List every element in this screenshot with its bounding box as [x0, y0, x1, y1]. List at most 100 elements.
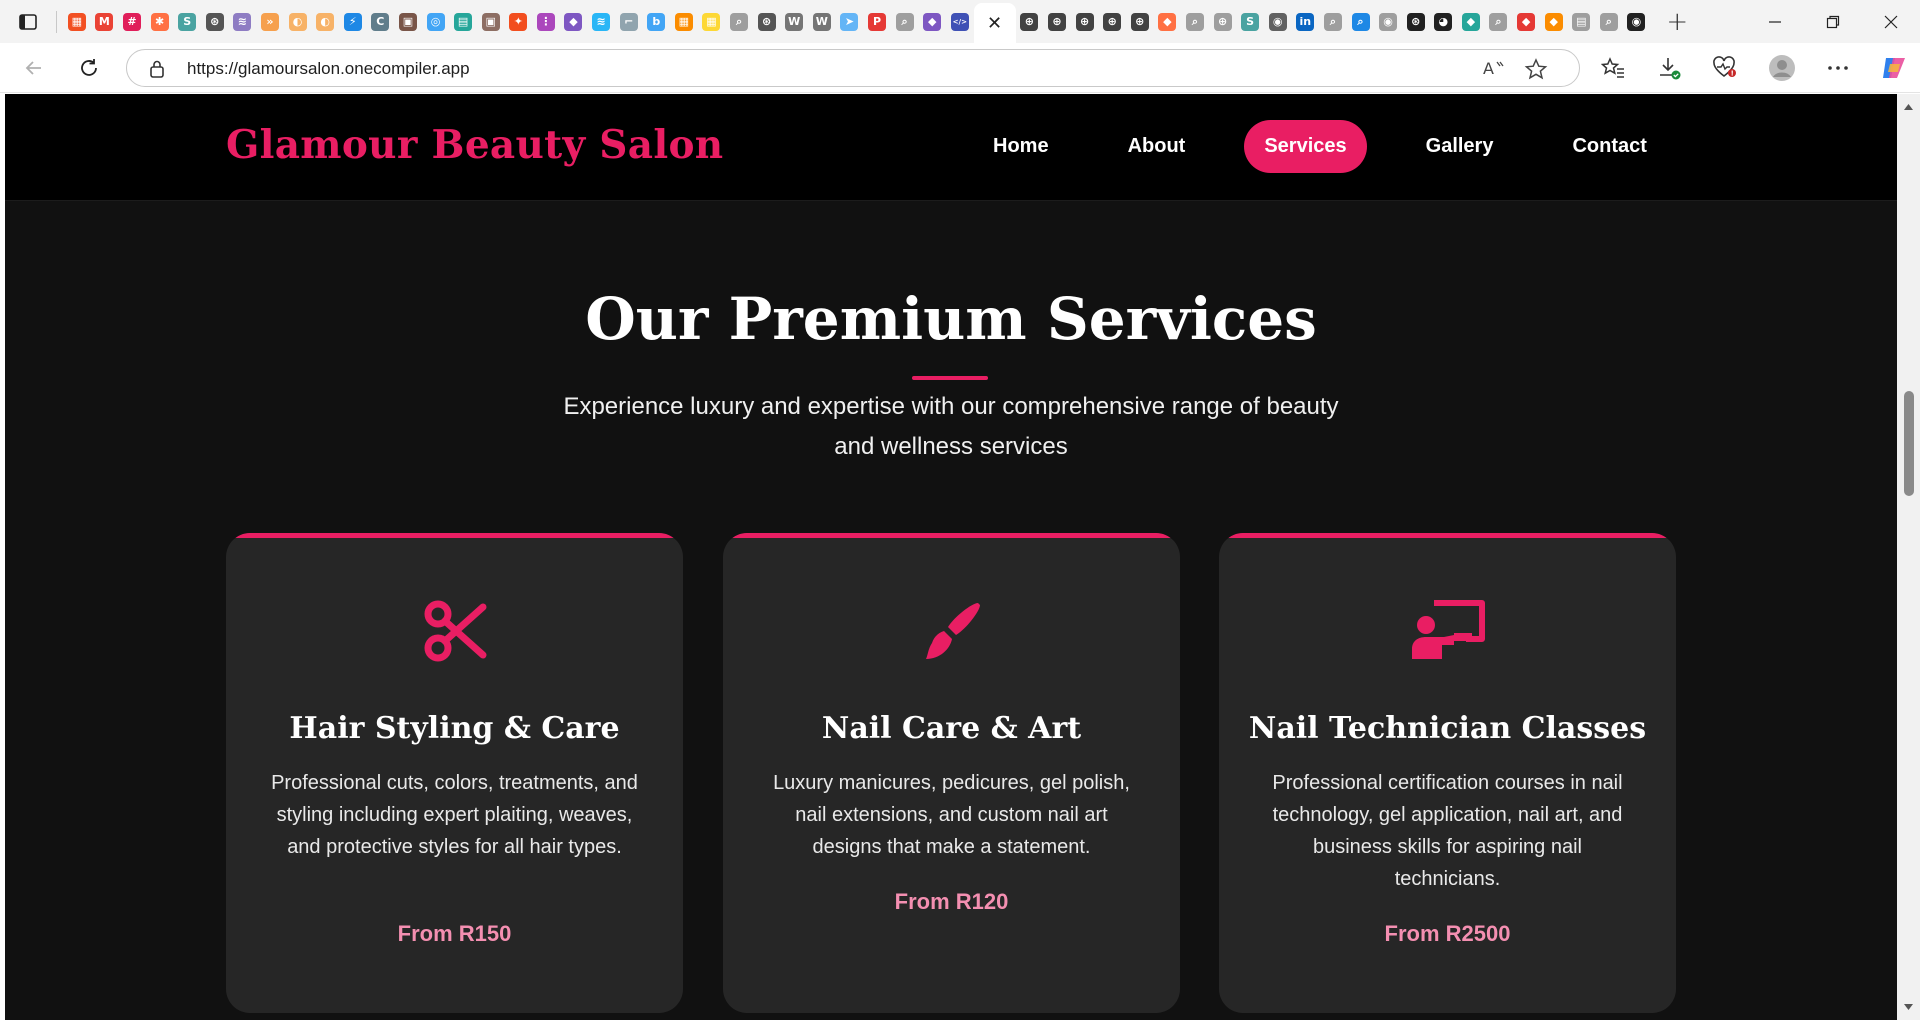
browser-tab[interactable]: ⌕	[1485, 0, 1513, 43]
browser-tab[interactable]: ✱	[146, 0, 174, 43]
browser-tab[interactable]: ▣	[477, 0, 505, 43]
browser-tab[interactable]: P	[863, 0, 891, 43]
browser-tab[interactable]: ◎	[422, 0, 450, 43]
browser-tab[interactable]: C	[367, 0, 395, 43]
back-button[interactable]	[17, 52, 51, 84]
downloads-button[interactable]	[1652, 52, 1686, 84]
browser-tab[interactable]: ⊛	[201, 0, 229, 43]
browser-tab[interactable]: ≋	[587, 0, 615, 43]
browser-tab[interactable]: ▤	[449, 0, 477, 43]
layers-tab-icon: ≋	[592, 12, 611, 31]
profile-button[interactable]	[1765, 52, 1799, 84]
browser-tab[interactable]: ⌐	[615, 0, 643, 43]
browser-tab[interactable]: ◆	[560, 0, 588, 43]
browser-tab[interactable]: ▦	[63, 0, 91, 43]
card-accent-bar	[723, 533, 1180, 538]
browser-tab[interactable]: ◆	[1457, 0, 1485, 43]
brand-logo-text[interactable]: Glamour Beauty Salon	[226, 122, 723, 168]
browser-tab[interactable]: S	[173, 0, 201, 43]
browser-tab[interactable]: ⌕	[891, 0, 919, 43]
scroll-up-icon[interactable]	[1903, 102, 1914, 112]
address-bar[interactable]: https://glamoursalon.onecompiler.app A	[126, 49, 1580, 87]
browser-tab[interactable]: ⊕	[1098, 0, 1126, 43]
browser-tab[interactable]: #	[118, 0, 146, 43]
browser-tab[interactable]: ≋	[229, 0, 257, 43]
browser-tab[interactable]: ◆	[918, 0, 946, 43]
browser-tab[interactable]: in	[1292, 0, 1320, 43]
copilot-button[interactable]	[1877, 52, 1911, 84]
read-aloud-icon[interactable]: A	[1482, 58, 1506, 80]
browser-tab[interactable]: W	[780, 0, 808, 43]
browser-tab[interactable]: ➤	[836, 0, 864, 43]
scroll-down-icon[interactable]	[1903, 1002, 1914, 1012]
fire-tab-icon-2: ◆	[1544, 12, 1563, 31]
card-title: Hair Styling & Care	[289, 711, 620, 746]
browser-tab[interactable]: ◐	[284, 0, 312, 43]
fire-tab-icon: ◆	[1517, 12, 1536, 31]
browser-tab[interactable]: ⌕	[1347, 0, 1375, 43]
browser-tab[interactable]: ⌕	[725, 0, 753, 43]
card-accent-bar	[1219, 533, 1676, 538]
browser-tab[interactable]: »	[256, 0, 284, 43]
browser-tab[interactable]: ◉	[1264, 0, 1292, 43]
browser-tab[interactable]: ⊕	[1043, 0, 1071, 43]
browser-tab[interactable]: ⌕	[1181, 0, 1209, 43]
browser-tab[interactable]: ◆	[1540, 0, 1568, 43]
browser-tab[interactable]: ⊕	[1209, 0, 1237, 43]
active-tab[interactable]: ✕	[973, 3, 1016, 43]
nav-about[interactable]: About	[1108, 120, 1206, 173]
browser-tab[interactable]: ⊛	[1402, 0, 1430, 43]
close-window-button[interactable]	[1862, 0, 1920, 43]
browser-tab[interactable]: ✦	[505, 0, 533, 43]
card-price: From R150	[397, 921, 512, 946]
minimize-button[interactable]	[1746, 0, 1804, 43]
browser-tab[interactable]: ◉	[1374, 0, 1402, 43]
favorites-button[interactable]	[1596, 52, 1630, 84]
new-tab-button[interactable]: +	[1656, 0, 1698, 43]
more-dots-icon	[1828, 66, 1848, 70]
nav-home[interactable]: Home	[973, 120, 1069, 173]
browser-tab[interactable]: ◆	[1154, 0, 1182, 43]
browser-tab[interactable]: W	[808, 0, 836, 43]
restore-button[interactable]	[1804, 0, 1862, 43]
browser-tab[interactable]: ⌕	[1319, 0, 1347, 43]
browser-tab[interactable]: ▤	[1567, 0, 1595, 43]
page-scrollbar[interactable]	[1897, 94, 1920, 1020]
browser-tab[interactable]: ⌕	[1595, 0, 1623, 43]
service-card-hair[interactable]: Hair Styling & Care Professional cuts, c…	[226, 533, 683, 1013]
service-card-nails[interactable]: Nail Care & Art Luxury manicures, pedicu…	[723, 533, 1180, 1013]
browser-tab[interactable]: S	[1236, 0, 1264, 43]
browser-tab[interactable]: ◉	[1623, 0, 1651, 43]
favorite-star-icon[interactable]	[1524, 58, 1548, 80]
nav-services[interactable]: Services	[1244, 120, 1367, 173]
browser-tab[interactable]: ⊕	[1016, 0, 1044, 43]
tab-actions-button[interactable]	[0, 0, 56, 43]
nav-contact[interactable]: Contact	[1552, 120, 1666, 173]
scrollbar-thumb[interactable]	[1904, 391, 1914, 496]
browser-tab[interactable]: ▦	[698, 0, 726, 43]
browser-tab[interactable]: ▦	[670, 0, 698, 43]
service-card-classes[interactable]: Nail Technician Classes Professional cer…	[1219, 533, 1676, 1013]
browser-tab[interactable]: M	[91, 0, 119, 43]
browser-essentials-button[interactable]: !	[1708, 52, 1742, 84]
browser-tab[interactable]: ⊛	[753, 0, 781, 43]
browser-tab[interactable]: ▣	[394, 0, 422, 43]
browser-tab[interactable]: ⋮	[532, 0, 560, 43]
browser-tab[interactable]: ⊕	[1126, 0, 1154, 43]
lock-icon[interactable]	[149, 59, 165, 79]
linkedin-tab-icon: in	[1296, 12, 1315, 31]
close-tab-icon[interactable]: ✕	[987, 13, 1002, 34]
browser-tab[interactable]: ⚡	[339, 0, 367, 43]
browser-tab[interactable]: ◐	[311, 0, 339, 43]
url-text[interactable]: https://glamoursalon.onecompiler.app	[187, 59, 470, 79]
browser-tab[interactable]: b	[642, 0, 670, 43]
nav-gallery[interactable]: Gallery	[1406, 120, 1514, 173]
browser-tab[interactable]: ◕	[1430, 0, 1458, 43]
slack-tab-icon: #	[122, 12, 141, 31]
back-arrow-icon	[25, 61, 41, 75]
settings-more-button[interactable]	[1821, 52, 1855, 84]
browser-tab[interactable]: </>	[946, 0, 974, 43]
browser-tab[interactable]: ◆	[1512, 0, 1540, 43]
browser-tab[interactable]: ⊕	[1071, 0, 1099, 43]
refresh-button[interactable]	[72, 52, 106, 84]
